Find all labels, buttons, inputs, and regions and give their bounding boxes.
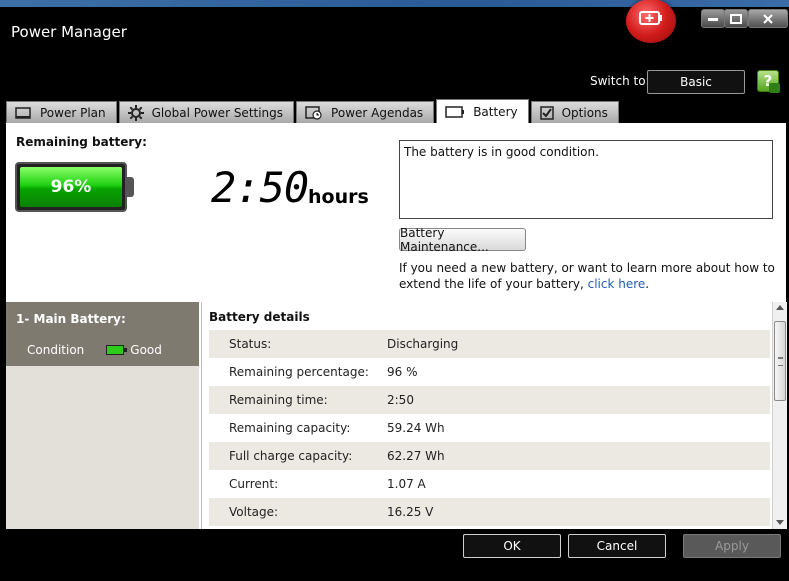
- detail-key: Remaining percentage:: [229, 365, 369, 379]
- battery-gauge: 96%: [15, 162, 127, 212]
- table-row: Status: Discharging: [209, 330, 770, 358]
- tab-label: Power Plan: [40, 105, 106, 120]
- table-row: Current: 1.07 A: [209, 470, 770, 498]
- battery-details-title: Battery details: [209, 310, 310, 324]
- battery-gauge-tip: [127, 177, 134, 197]
- table-row: Voltage: 16.25 V: [209, 498, 770, 526]
- battery-condition-message: The battery is in good condition.: [399, 140, 773, 219]
- battery-details-table: Status: Discharging Remaining percentage:…: [209, 330, 770, 526]
- minimize-icon: [708, 17, 718, 21]
- battery-list-panel: 1- Main Battery: Condition Good: [6, 302, 199, 529]
- detail-value: 96 %: [387, 365, 418, 379]
- maximize-icon: [730, 13, 742, 24]
- close-button[interactable]: [748, 9, 788, 28]
- main-battery-title: 1- Main Battery:: [16, 312, 126, 326]
- detail-value: 1.07 A: [387, 477, 426, 491]
- switch-basic-button[interactable]: Basic: [647, 70, 745, 94]
- tab-bar: Power Plan Global Power Settings Power A…: [6, 99, 621, 123]
- scroll-down-icon[interactable]: [776, 520, 784, 525]
- detail-key: Current:: [229, 477, 279, 491]
- battery-tab-content: Remaining battery: 96% 2:50 hours The ba…: [6, 123, 787, 529]
- detail-value: 16.25 V: [387, 505, 434, 519]
- battery-percent: 96%: [20, 167, 122, 207]
- detail-key: Remaining capacity:: [229, 421, 351, 435]
- remaining-time-unit: hours: [308, 186, 369, 208]
- tab-label: Power Agendas: [331, 105, 424, 120]
- close-icon: [763, 13, 773, 24]
- detail-value: 62.27 Wh: [387, 449, 445, 463]
- detail-key: Remaining time:: [229, 393, 328, 407]
- table-row: Remaining capacity: 59.24 Wh: [209, 414, 770, 442]
- table-row: Remaining percentage: 96 %: [209, 358, 770, 386]
- scroll-thumb[interactable]: [774, 321, 786, 401]
- tab-label: Global Power Settings: [151, 105, 284, 120]
- scroll-up-icon[interactable]: [776, 305, 784, 310]
- monitor-icon: [15, 106, 32, 119]
- tab-power-plan[interactable]: Power Plan: [6, 101, 117, 123]
- clock-icon: [305, 105, 323, 120]
- tab-global-power-settings[interactable]: Global Power Settings: [118, 101, 295, 123]
- battery-maintenance-button[interactable]: Battery Maintenance...: [399, 226, 526, 254]
- app-title: Power Manager: [11, 23, 127, 41]
- battery-details-panel: Battery details Status: Discharging Remai…: [201, 302, 787, 529]
- tab-label: Battery: [473, 104, 518, 119]
- table-row: Remaining time: 2:50: [209, 386, 770, 414]
- detail-key: Voltage:: [229, 505, 279, 519]
- detail-key: Full charge capacity:: [229, 449, 353, 463]
- help-text-end: .: [645, 277, 650, 291]
- cancel-button[interactable]: Cancel: [568, 534, 666, 558]
- condition-value: Good: [130, 343, 162, 357]
- detail-key: Status:: [229, 337, 272, 351]
- details-scrollbar[interactable]: [772, 302, 787, 529]
- switch-to-label: Switch to:: [590, 74, 650, 88]
- minimize-button[interactable]: [701, 9, 725, 28]
- battery-icon: [445, 105, 465, 118]
- main-battery-item[interactable]: 1- Main Battery: Condition Good: [6, 302, 199, 366]
- tab-power-agendas[interactable]: Power Agendas: [296, 101, 435, 123]
- checkbox-icon: [539, 105, 554, 120]
- detail-value: 59.24 Wh: [387, 421, 445, 435]
- battery-help-text: If you need a new battery, or want to le…: [399, 260, 779, 292]
- remaining-battery-label: Remaining battery:: [16, 135, 147, 149]
- detail-value: 2:50: [387, 393, 414, 407]
- tab-battery[interactable]: Battery: [436, 99, 529, 123]
- battery-plus-badge-icon: [626, 0, 676, 43]
- window-top-edge: [0, 0, 789, 7]
- tab-label: Options: [561, 105, 608, 120]
- condition-battery-icon: [106, 345, 128, 355]
- tab-options[interactable]: Options: [530, 101, 619, 123]
- click-here-link[interactable]: click here: [588, 277, 646, 291]
- battery-condition-row: Condition Good: [16, 343, 189, 357]
- remaining-time-value: 2:50: [211, 163, 309, 212]
- apply-button[interactable]: Apply: [683, 534, 781, 558]
- condition-label: Condition: [27, 343, 85, 357]
- gear-icon: [127, 104, 144, 121]
- maximize-button[interactable]: [724, 9, 748, 28]
- power-manager-window: Power Manager Switch to: Basic ? Power P…: [0, 0, 789, 581]
- table-row: Full charge capacity: 62.27 Wh: [209, 442, 770, 470]
- detail-value: Discharging: [387, 337, 459, 351]
- help-dropdown-icon[interactable]: [769, 83, 780, 93]
- ok-button[interactable]: OK: [463, 534, 561, 558]
